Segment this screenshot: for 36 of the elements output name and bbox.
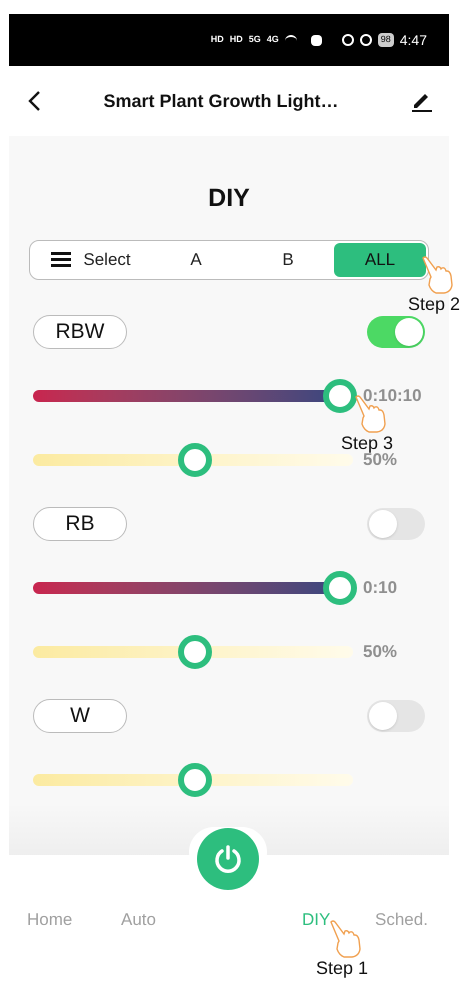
- status-text: 4G: [266, 33, 279, 46]
- step-label: Step 2: [408, 292, 460, 316]
- slider-thumb[interactable]: [178, 634, 212, 669]
- timer-slider[interactable]: [33, 570, 357, 605]
- selector-tab[interactable]: B: [242, 242, 334, 277]
- channel-label: RBW: [33, 314, 127, 349]
- pointing-hand-icon: [328, 919, 362, 959]
- selector-tab[interactable]: Select: [32, 242, 150, 277]
- page-title: DIY: [207, 183, 251, 213]
- channel-toggle[interactable]: [367, 508, 425, 540]
- slider-value: 0:10:10: [363, 385, 422, 408]
- app-icon: [310, 34, 322, 46]
- clock: 4:47: [400, 30, 427, 50]
- battery-level: 98: [378, 33, 394, 47]
- menu-icon: [51, 252, 72, 268]
- back-icon[interactable]: [27, 90, 41, 112]
- channel-toggle[interactable]: [367, 316, 425, 348]
- step-label: Step 3: [341, 432, 394, 453]
- power-button[interactable]: [197, 828, 259, 890]
- channel-label: RB: [33, 506, 127, 541]
- status-text: HD: [230, 33, 243, 46]
- slider-value: 0:10: [363, 577, 398, 600]
- channel-label: W: [33, 698, 127, 733]
- selector-tab[interactable]: A: [150, 242, 242, 277]
- slider-value: 50%: [363, 641, 398, 664]
- status-text: HD: [210, 33, 224, 46]
- selector-tab[interactable]: ALL: [334, 242, 426, 277]
- status-text: 5G: [248, 33, 261, 46]
- device-title: Smart Plant Growth Light…: [102, 90, 340, 113]
- channel-toggle[interactable]: [367, 700, 425, 732]
- slider-thumb[interactable]: [323, 378, 357, 413]
- slider-thumb[interactable]: [178, 762, 212, 797]
- slider-thumb[interactable]: [178, 442, 212, 477]
- timer-slider[interactable]: [33, 378, 357, 413]
- step-label: Step 1: [316, 957, 368, 980]
- slider-thumb[interactable]: [323, 570, 357, 605]
